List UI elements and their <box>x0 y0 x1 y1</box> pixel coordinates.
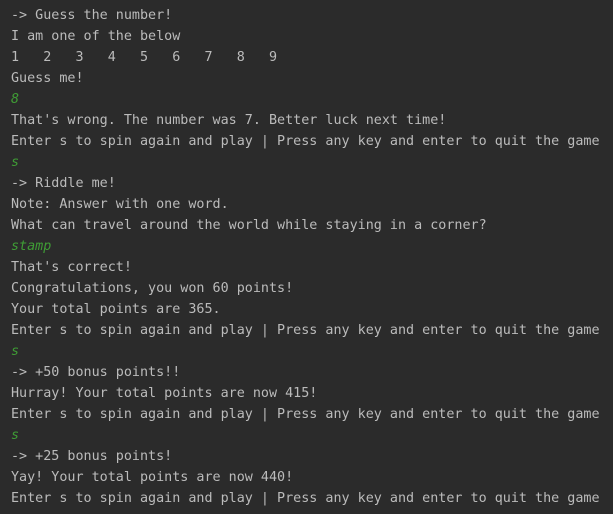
output-line: Yay! Your total points are now 440! <box>11 470 294 485</box>
prompt-line: Enter s to spin again and play | Press a… <box>11 134 600 149</box>
output-line: -> Riddle me! <box>11 176 116 191</box>
prompt-line: Enter s to spin again and play | Press a… <box>11 491 600 506</box>
user-input-line: s <box>11 428 20 443</box>
prompt-line: Enter s to spin again and play | Press a… <box>11 407 600 422</box>
console-output[interactable]: -> Guess the number! I am one of the bel… <box>0 0 613 514</box>
output-line: What can travel around the world while s… <box>11 218 487 233</box>
output-line: 1 2 3 4 5 6 7 8 9 <box>11 50 278 65</box>
output-line: Your total points are 365. <box>11 302 221 317</box>
user-input-line: 8 <box>11 92 20 107</box>
user-input-line: s <box>11 344 20 359</box>
output-line: -> +25 bonus points! <box>11 449 173 464</box>
output-line: That's wrong. The number was 7. Better l… <box>11 113 447 128</box>
user-input-line: s <box>11 155 20 170</box>
output-line: Guess me! <box>11 71 84 86</box>
output-line: Hurray! Your total points are now 415! <box>11 386 318 401</box>
output-line: That's correct! <box>11 260 132 275</box>
output-line: Note: Answer with one word. <box>11 197 229 212</box>
user-input-line: stamp <box>11 239 52 254</box>
prompt-line: Enter s to spin again and play | Press a… <box>11 323 600 338</box>
output-line: Congratulations, you won 60 points! <box>11 281 294 296</box>
output-line: -> +50 bonus points!! <box>11 365 181 380</box>
output-line: -> Guess the number! <box>11 8 173 23</box>
output-line: I am one of the below <box>11 29 181 44</box>
